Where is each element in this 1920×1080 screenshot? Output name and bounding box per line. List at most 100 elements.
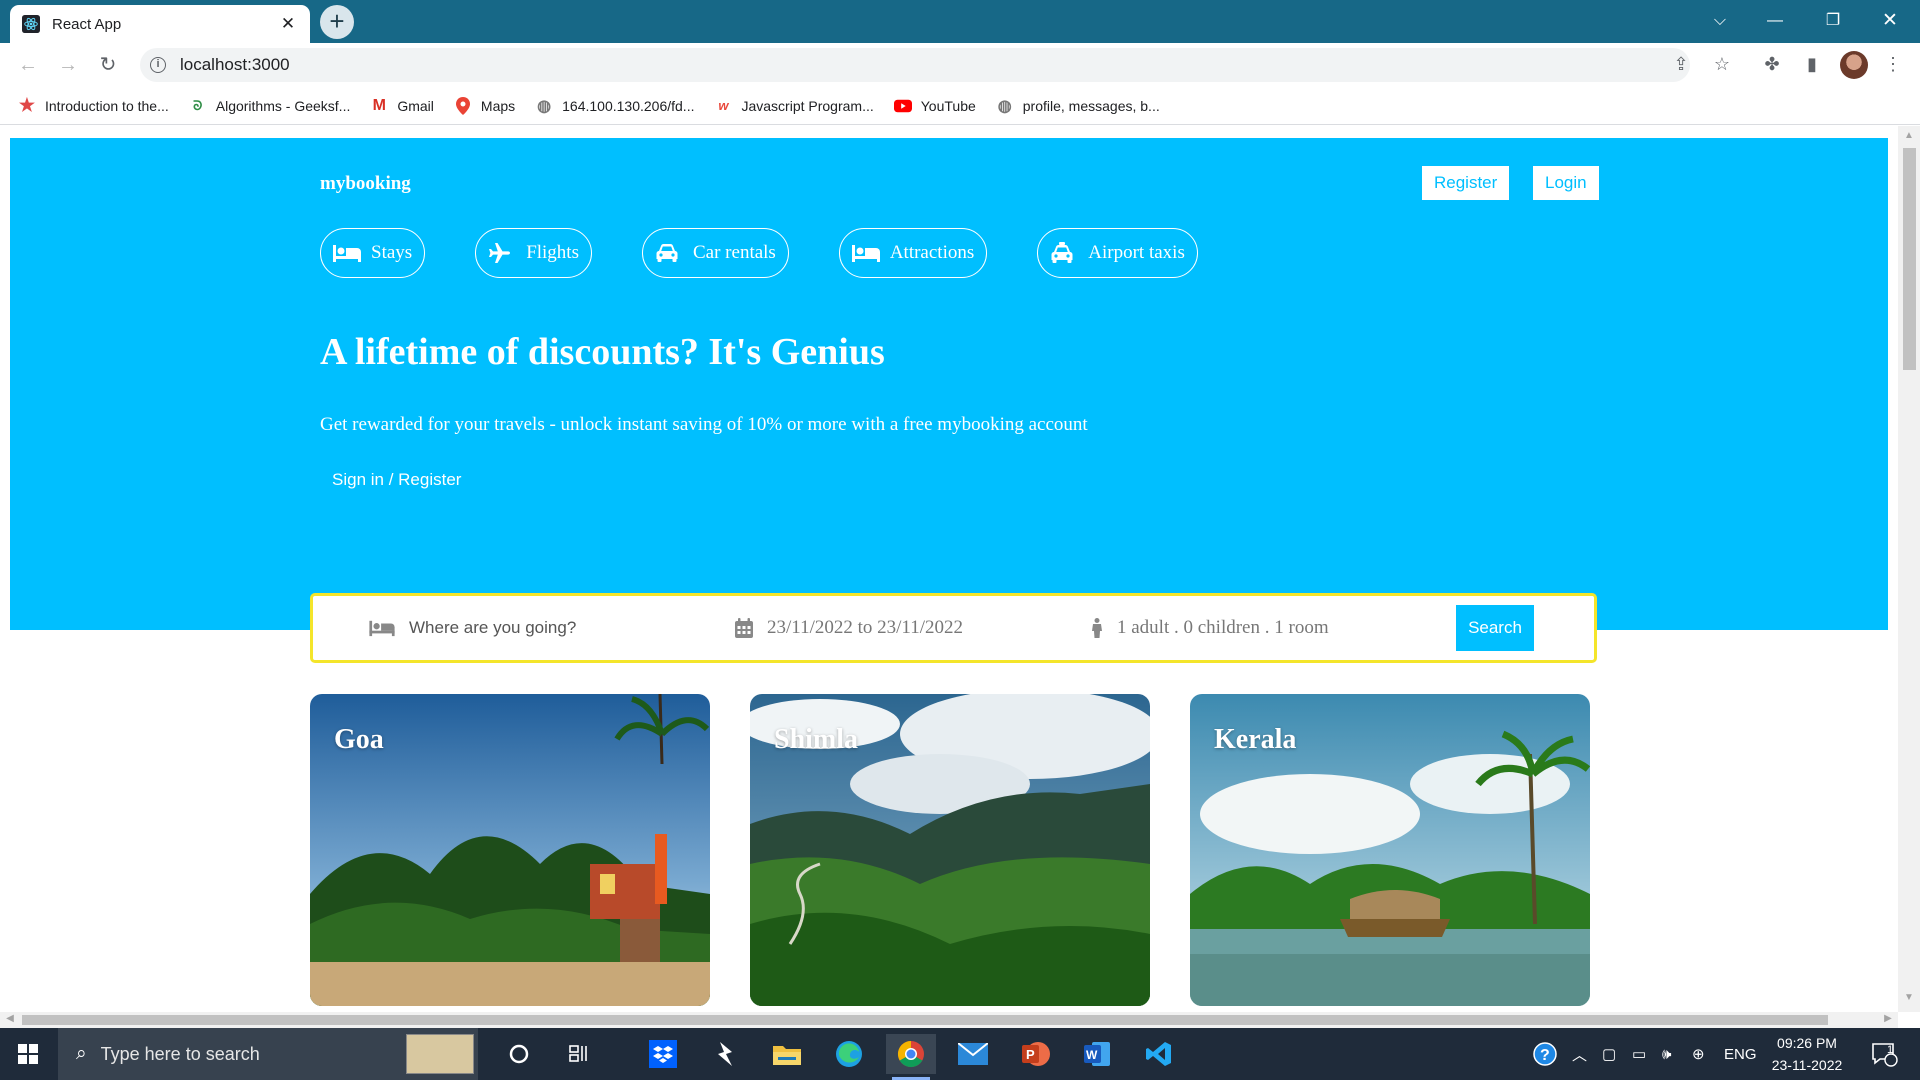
url-text[interactable]: localhost:3000 [180, 55, 290, 75]
globe-icon: ◍ [537, 97, 552, 115]
bookmark-item[interactable]: ◍ profile, messages, b... [996, 97, 1160, 115]
category-airport-taxis[interactable]: Airport taxis [1037, 228, 1198, 278]
task-view-icon[interactable] [554, 1034, 604, 1074]
bookmark-star-icon[interactable]: ☆ [1709, 51, 1735, 77]
bolt-app-icon[interactable] [700, 1034, 750, 1074]
register-button[interactable]: Register [1422, 166, 1510, 200]
search-icon: ⌕ [76, 1043, 87, 1064]
minimize-icon[interactable]: — [1755, 6, 1795, 36]
battery-icon[interactable]: ▭ [1632, 1028, 1646, 1080]
featured-card-kerala[interactable]: Kerala [1190, 694, 1590, 1006]
category-car-rentals[interactable]: Car rentals [642, 228, 789, 278]
horizontal-scrollbar[interactable]: ◀ ▶ [0, 1012, 1898, 1028]
windows-taskbar: ⌕ Type here to search P W ? ︿ ▢ ▭ 🕪 ⊕ EN… [0, 1028, 1920, 1080]
bookmark-item[interactable]: ◍ 164.100.130.206/fd... [535, 97, 694, 115]
dropbox-icon[interactable] [638, 1034, 688, 1074]
category-attractions[interactable]: Attractions [838, 228, 988, 278]
extensions-icon[interactable]: ✤ [1759, 51, 1785, 77]
menu-dots-icon[interactable]: ⋮ [1880, 51, 1906, 77]
language-indicator[interactable]: ENG [1724, 1028, 1757, 1080]
geeksforgeeks-icon: ᘐ [193, 97, 203, 113]
category-list: Stays Flights Car rentals Attractions Ai… [320, 228, 1248, 278]
volume-icon[interactable]: 🕪 [1662, 1028, 1671, 1080]
site-logo[interactable]: mybooking [320, 173, 411, 195]
horizontal-scroll-thumb[interactable] [22, 1015, 1828, 1025]
mail-icon[interactable] [948, 1034, 998, 1074]
tab-title: React App [52, 15, 122, 33]
destination-input[interactable] [409, 618, 709, 638]
sign-in-register-button[interactable]: Sign in / Register [320, 460, 474, 500]
tab-search-icon[interactable]: ⌵ [1700, 6, 1740, 36]
file-explorer-icon[interactable] [762, 1034, 812, 1074]
forward-arrow-icon[interactable]: → [54, 51, 82, 79]
browser-tab[interactable]: React App ✕ [10, 5, 310, 43]
profile-avatar[interactable] [1840, 51, 1868, 79]
featured-title: Kerala [1214, 724, 1297, 755]
featured-destinations: Goa Shimla Kerala [310, 694, 1630, 1006]
scroll-right-arrow-icon[interactable]: ▶ [1880, 1013, 1896, 1024]
address-bar[interactable]: i localhost:3000 [140, 48, 1690, 82]
cortana-icon[interactable] [494, 1034, 544, 1074]
back-arrow-icon[interactable]: ← [14, 51, 42, 79]
search-button[interactable]: Search [1456, 605, 1534, 651]
meet-now-icon[interactable]: ▢ [1602, 1028, 1616, 1080]
help-icon[interactable]: ? [1532, 1028, 1558, 1080]
side-panel-icon[interactable]: ▮ [1799, 51, 1825, 77]
browser-toolbar: ← → ↻ i localhost:3000 ⇪ ☆ ✤ ▮ ⋮ [0, 43, 1920, 87]
category-stays[interactable]: Stays [320, 228, 426, 278]
youtube-icon [893, 97, 912, 115]
bookmark-item[interactable]: ᘐ Algorithms - Geeksf... [189, 97, 351, 115]
chevron-up-icon[interactable]: ︿ [1572, 1028, 1587, 1080]
hero-title: A lifetime of discounts? It's Genius [320, 331, 885, 373]
date-field[interactable]: 23/11/2022 to 23/11/2022 [735, 596, 963, 660]
bookmark-item[interactable]: YouTube [893, 97, 976, 115]
clock-time: 09:26 PM [1777, 1035, 1837, 1051]
bookmark-label: YouTube [920, 97, 976, 114]
scroll-down-arrow-icon[interactable]: ▼ [1901, 992, 1917, 1003]
vertical-scroll-thumb[interactable] [1903, 148, 1916, 370]
windows-start-icon[interactable] [0, 1028, 56, 1080]
tab-close-icon[interactable]: ✕ [278, 14, 298, 34]
category-flights[interactable]: Flights [475, 228, 592, 278]
network-globe-icon[interactable]: ⊕ [1692, 1028, 1705, 1080]
plane-icon [488, 241, 516, 265]
taskbar-clock[interactable]: 09:26 PM 23-11-2022 [1760, 1032, 1854, 1076]
notification-center-icon[interactable]: 1 [1870, 1028, 1898, 1080]
page-viewport: mybooking Register Login Stays Flights C [0, 126, 1898, 1012]
new-tab-button[interactable]: + [320, 5, 354, 39]
hero-subtitle: Get rewarded for your travels - unlock i… [320, 414, 1088, 435]
share-icon[interactable]: ⇪ [1668, 51, 1694, 77]
featured-card-goa[interactable]: Goa [310, 694, 710, 1006]
reload-icon[interactable]: ↻ [94, 51, 122, 79]
vertical-scrollbar[interactable]: ▲ ▼ [1898, 126, 1920, 1012]
guests-text[interactable]: 1 adult . 0 children . 1 room [1117, 617, 1329, 639]
close-window-icon[interactable]: ✕ [1870, 6, 1910, 36]
destination-field[interactable] [369, 596, 709, 660]
edge-icon[interactable] [824, 1034, 874, 1074]
person-icon [1092, 618, 1102, 638]
chrome-icon[interactable] [886, 1034, 936, 1080]
guests-field[interactable]: 1 adult . 0 children . 1 room [1091, 596, 1329, 660]
login-button[interactable]: Login [1533, 166, 1599, 200]
red-star-icon: ★ [18, 95, 36, 115]
category-label: Car rentals [693, 242, 776, 263]
restore-icon[interactable]: ❐ [1813, 6, 1853, 36]
vscode-icon[interactable] [1134, 1034, 1184, 1074]
bookmark-label: Algorithms - Geeksf... [215, 97, 351, 114]
featured-card-shimla[interactable]: Shimla [750, 694, 1150, 1006]
scroll-left-arrow-icon[interactable]: ◀ [2, 1013, 18, 1024]
bookmark-item[interactable]: Maps [454, 96, 515, 115]
word-icon[interactable]: W [1072, 1034, 1122, 1074]
bookmark-item[interactable]: ★ Introduction to the... [18, 95, 169, 115]
powerpoint-icon[interactable]: P [1010, 1034, 1060, 1074]
category-label: Flights [526, 242, 579, 263]
bookmark-item[interactable]: w Javascript Program... [714, 97, 873, 115]
taskbar-search-box[interactable]: ⌕ Type here to search [58, 1028, 478, 1080]
notification-count: 1 [1887, 1044, 1894, 1056]
scroll-up-arrow-icon[interactable]: ▲ [1901, 130, 1917, 141]
site-info-icon[interactable]: i [150, 57, 166, 73]
date-range-text[interactable]: 23/11/2022 to 23/11/2022 [767, 617, 963, 639]
w3resource-icon: w [718, 98, 729, 113]
featured-title: Shimla [774, 724, 859, 755]
bookmark-item[interactable]: M Gmail [370, 97, 434, 115]
